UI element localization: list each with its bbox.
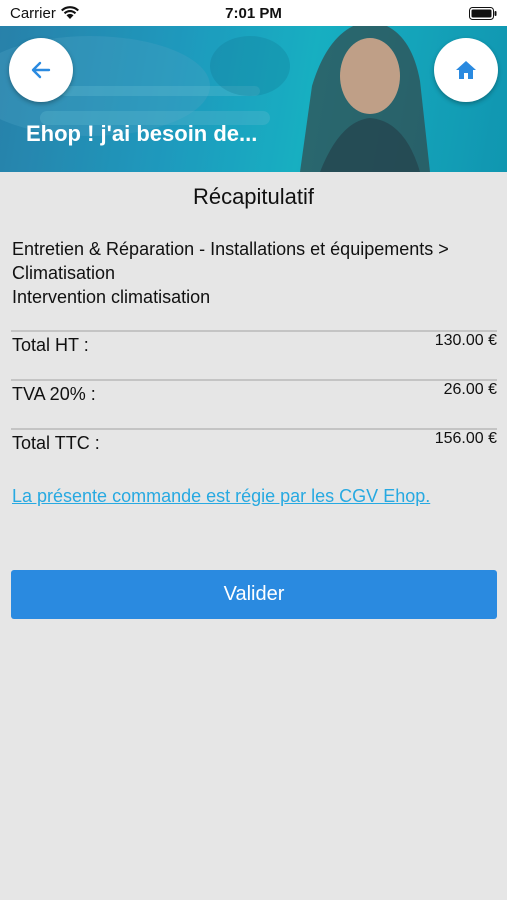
clock-time: 7:01 PM (225, 5, 282, 22)
total-ttc-label: Total TTC : (12, 433, 100, 453)
header-title: Ehop ! j'ai besoin de... (26, 121, 258, 146)
tva-row: TVA 20% : 26.00 € (11, 379, 497, 419)
header-banner: Ehop ! j'ai besoin de... (0, 26, 507, 172)
total-ht-label: Total HT : (12, 335, 89, 355)
total-ttc-row: Total TTC : 156.00 € (11, 428, 497, 468)
summary-title: Récapitulatif (192, 184, 315, 209)
tva-label: TVA 20% : (12, 384, 96, 404)
tva-value: 26.00 € (443, 381, 497, 398)
arrow-left-icon (31, 61, 51, 79)
home-button[interactable] (434, 38, 498, 102)
total-ht-row: Total HT : 130.00 € (11, 330, 497, 370)
cgv-link[interactable]: La présente commande est régie par les C… (12, 486, 430, 507)
total-ht-value: 130.00 € (434, 332, 497, 349)
service-category-path: Entretien & Réparation - Installations e… (12, 239, 449, 283)
service-name: Intervention climatisation (12, 287, 211, 307)
back-button[interactable] (9, 38, 73, 102)
header-photo (0, 26, 507, 172)
battery-icon (469, 7, 497, 20)
validate-button[interactable]: Valider (11, 570, 497, 619)
home-icon (456, 61, 476, 79)
total-ttc-value: 156.00 € (434, 430, 497, 447)
status-bar: Carrier 7:01 PM (0, 0, 507, 26)
